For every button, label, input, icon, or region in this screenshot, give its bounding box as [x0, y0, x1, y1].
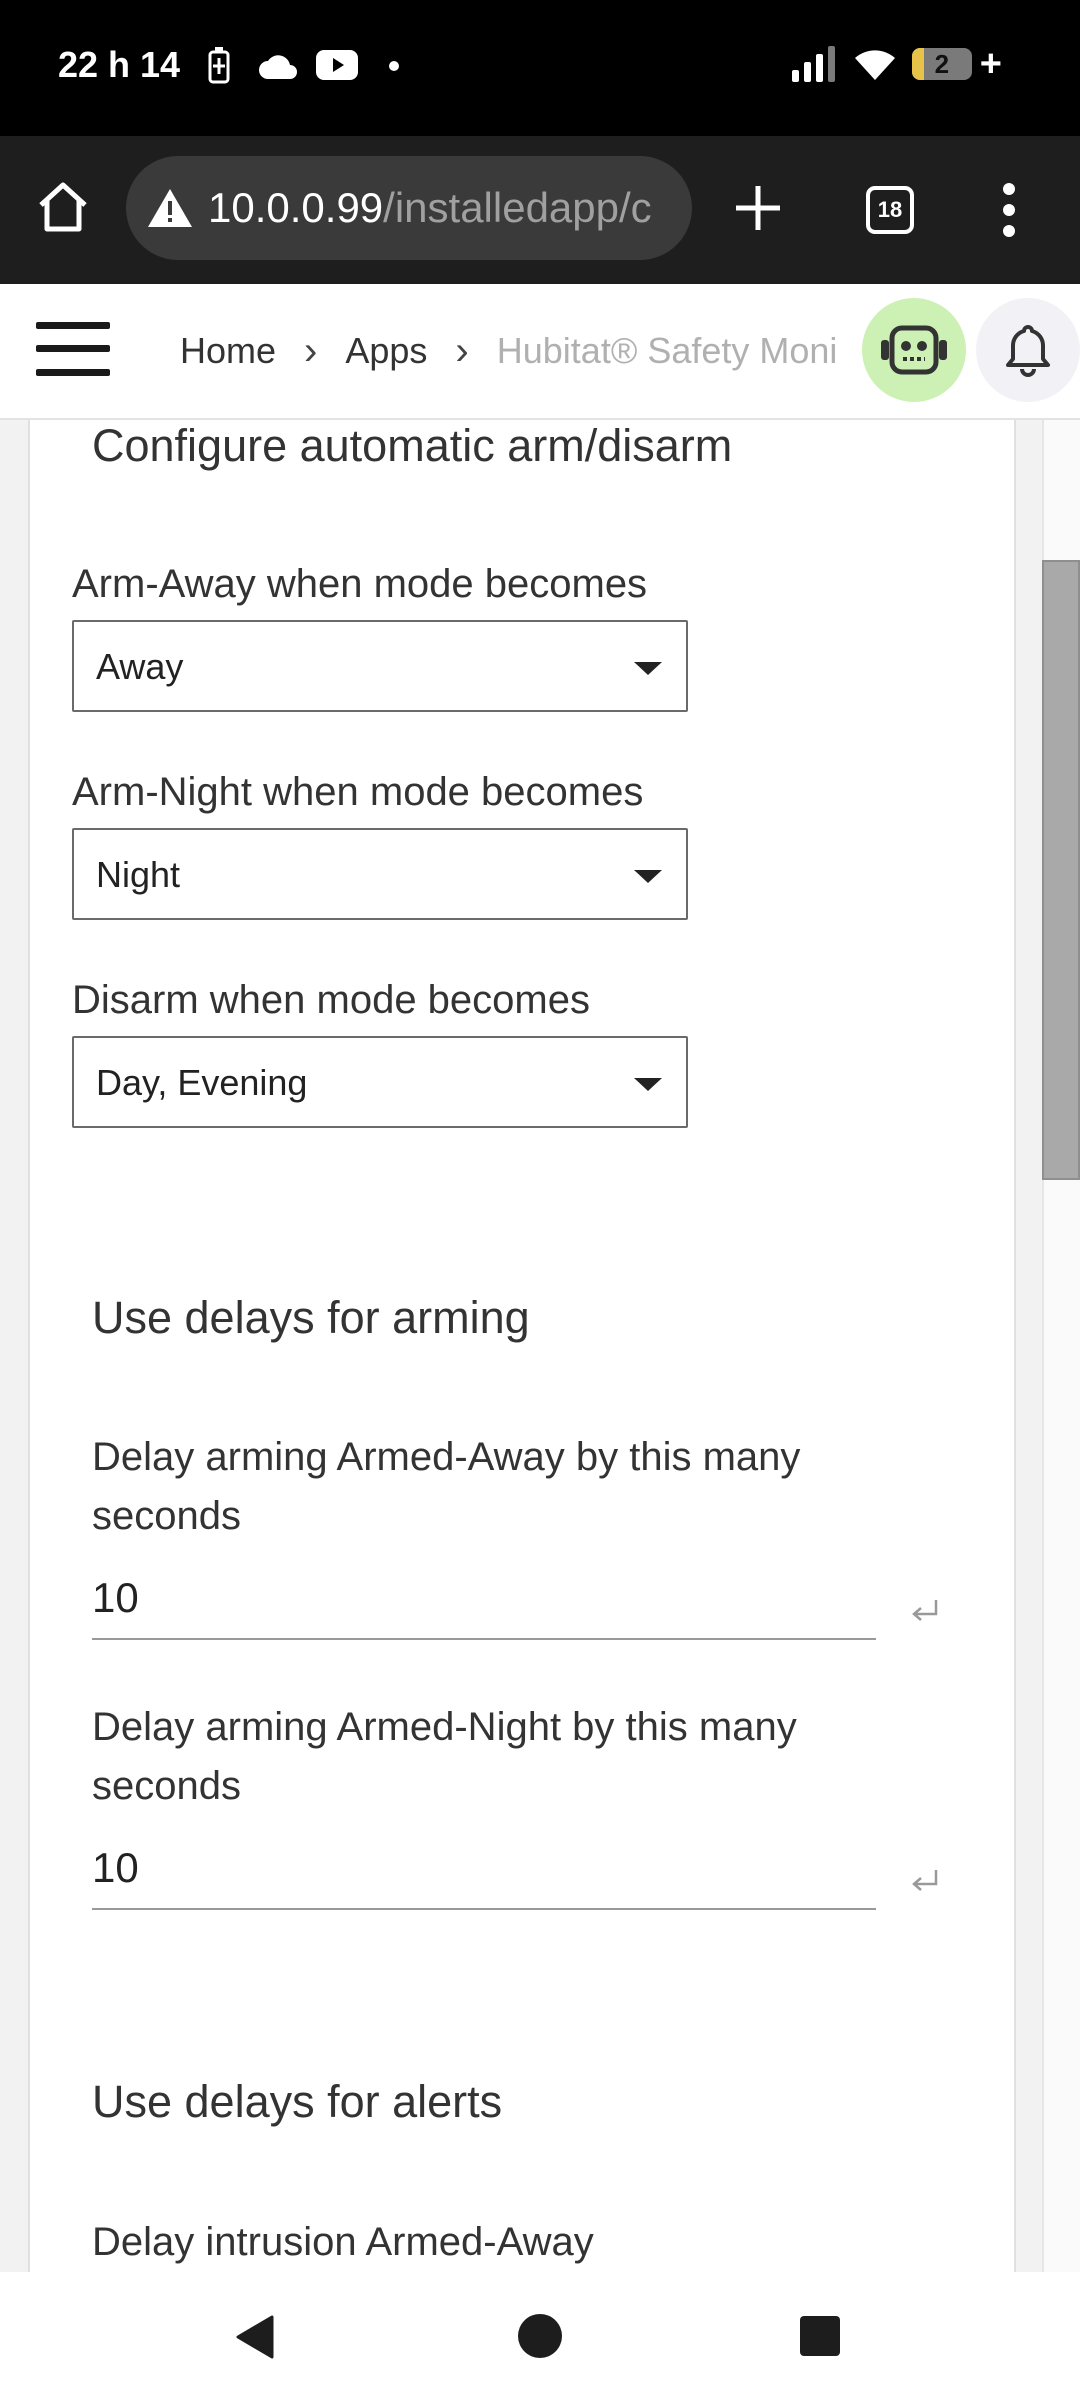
status-time: 22 h 14	[58, 44, 181, 85]
system-nav-bar	[0, 2272, 1080, 2400]
caret-down-icon	[634, 662, 662, 675]
arm-night-label: Arm-Night when mode becomes	[72, 770, 644, 814]
browser-toolbar: 10.0.0.99/installedapp/c 18	[0, 136, 1080, 284]
tab-switcher-button[interactable]: 18	[866, 186, 914, 234]
battery-saver-icon	[208, 47, 230, 84]
breadcrumb: Home › Apps › Hubitat® Safety Moni	[180, 284, 880, 418]
chevron-right-icon: ›	[455, 328, 469, 373]
delay-night-input[interactable]: 10	[92, 1840, 876, 1910]
arm-away-value: Away	[96, 646, 184, 687]
enter-icon[interactable]	[910, 1598, 940, 1624]
battery-level: 2	[934, 49, 950, 79]
recents-icon[interactable]	[800, 2316, 840, 2356]
arm-night-value: Night	[96, 854, 181, 895]
more-options-icon[interactable]	[1002, 182, 1016, 238]
warning-icon[interactable]	[146, 187, 194, 229]
signal-icon	[791, 46, 835, 82]
menu-icon[interactable]	[36, 322, 110, 376]
notifications-button[interactable]	[976, 298, 1080, 402]
app-header: Home › Apps › Hubitat® Safety Moni	[0, 284, 1080, 420]
caret-down-icon	[634, 1078, 662, 1091]
home-nav-icon[interactable]	[518, 2314, 562, 2358]
caret-down-icon	[634, 870, 662, 883]
back-icon[interactable]	[234, 2314, 276, 2360]
url-path: /installedapp/c	[383, 184, 652, 231]
section-title-alert-delays: Use delays for alerts	[92, 2076, 503, 2127]
cloud-icon	[259, 55, 297, 79]
status-bar: 22 h 14 2 +	[0, 0, 1080, 136]
disarm-select[interactable]: Day, Evening	[72, 1036, 688, 1128]
delay-away-input[interactable]: 10	[92, 1570, 876, 1640]
status-right-icons: 2 +	[791, 43, 1002, 85]
battery-icon: 2	[911, 48, 972, 80]
url-host: 10.0.0.99	[208, 184, 384, 231]
section-title-arming-delays: Use delays for arming	[92, 1292, 530, 1343]
scrollbar-thumb[interactable]	[1042, 560, 1080, 1180]
bell-icon	[1006, 325, 1050, 377]
settings-card: Configure automatic arm/disarm Arm-Away …	[28, 420, 1016, 2272]
enter-icon[interactable]	[910, 1868, 940, 1894]
notification-dot-icon	[389, 61, 399, 71]
delay-away-label: Delay arming Armed-Away by this many sec…	[92, 1435, 801, 1538]
delay-night-label: Delay arming Armed-Night by this many se…	[92, 1705, 797, 1808]
disarm-label: Disarm when mode becomes	[72, 978, 590, 1022]
home-icon[interactable]	[36, 180, 90, 234]
wifi-icon	[854, 50, 895, 80]
breadcrumb-apps[interactable]: Apps	[345, 330, 427, 372]
breadcrumb-current: Hubitat® Safety Moni	[496, 330, 838, 371]
section-title-auto-arm: Configure automatic arm/disarm	[92, 420, 733, 471]
charging-plus-icon: +	[979, 43, 1002, 85]
address-bar[interactable]: 10.0.0.99/installedapp/c	[126, 156, 692, 260]
robot-button[interactable]	[862, 298, 966, 402]
delay-intrusion-away-label: Delay intrusion Armed-Away	[92, 2220, 594, 2264]
arm-night-select[interactable]: Night	[72, 828, 688, 920]
arm-away-select[interactable]: Away	[72, 620, 688, 712]
chevron-right-icon: ›	[304, 328, 318, 373]
new-tab-icon[interactable]	[734, 184, 782, 232]
disarm-value: Day, Evening	[96, 1062, 308, 1103]
delay-away-value: 10	[92, 1574, 139, 1621]
arm-away-label: Arm-Away when mode becomes	[72, 562, 648, 606]
breadcrumb-home[interactable]: Home	[180, 330, 276, 372]
youtube-icon	[316, 50, 358, 80]
robot-icon	[881, 325, 947, 375]
delay-night-value: 10	[92, 1844, 139, 1891]
